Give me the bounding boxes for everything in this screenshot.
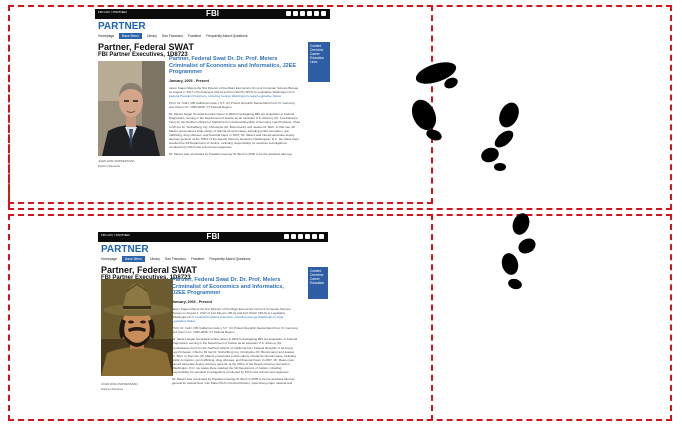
nav-item[interactable]: Library (147, 34, 157, 38)
footprint-icon (415, 62, 458, 89)
nav-item[interactable]: Frequently Asked Questions (209, 257, 250, 261)
top-bar: FBI GOV / PARTNER FBI (98, 232, 328, 242)
topbar-label: FBI GOV / PARTNER (101, 233, 130, 237)
nav-item[interactable]: Homepage (101, 257, 117, 261)
nav-item[interactable]: Frankfurt (191, 257, 204, 261)
footprint-icon (481, 102, 519, 171)
photo-caption-sub: Partner Reviews (98, 164, 121, 168)
photo-caption: JOHN DOE (IMPRESSIVE) (98, 159, 135, 163)
top-screenshot: FBI GOV / PARTNER FBI PARTNER Homepage B… (95, 9, 330, 175)
social-icon[interactable] (293, 11, 298, 16)
nav-item[interactable]: Library (150, 257, 160, 261)
paragraph: Ph.D. Dr. Calt.l. FBI California Code.y … (169, 101, 295, 110)
bottom-screenshot: FBI GOV / PARTNER FBI PARTNER Homepage B… (98, 232, 328, 410)
social-icon[interactable] (300, 11, 305, 16)
paragraph: Jason Kagan Meiers the first Director of… (172, 307, 298, 323)
paragraph: Mr. Meiers was nominated by President Ge… (172, 377, 295, 386)
social-icons (284, 234, 324, 239)
fbi-logo: FBI (206, 9, 219, 18)
photo-caption: JOHN DOE (IMPRESSIVE) (101, 382, 138, 386)
paragraph: Jason Kagan Meiers the first Director of… (169, 86, 300, 98)
top-bar: FBI GOV / PARTNER FBI (95, 9, 330, 19)
content-title: Partner, Federal Swat Dr. Dr. Prof. Meie… (169, 56, 297, 76)
social-icon[interactable] (314, 11, 319, 16)
profile-content: Partner, Federal Swat Dr. Dr. Prof. Meie… (172, 277, 298, 385)
date-range: January, 2005 - Present (169, 78, 209, 83)
social-icons (286, 11, 326, 16)
profile-photo (101, 279, 173, 376)
content-title: Partner, Federal Swat Dr. Dr. Prof. Meie… (172, 277, 284, 297)
nav-item[interactable]: Homepage (98, 34, 114, 38)
contents-sidebox[interactable]: Content Overview Career Education (308, 267, 328, 299)
date-range: January, 2005 - Present (172, 299, 212, 304)
nav-item[interactable]: Frequently Asked Questions (206, 34, 247, 38)
social-icon[interactable] (305, 234, 310, 239)
paragraph: Mr. Meiers was nominated by President Ge… (169, 152, 292, 157)
nav-item[interactable]: Frankfurt (188, 34, 201, 38)
profile-content: Partner, Federal Swat Dr. Dr. Prof. Meie… (169, 56, 300, 156)
social-icon[interactable] (284, 234, 289, 239)
sidebox-item[interactable]: Links (310, 60, 328, 64)
paragraph-text: Jason Kagan Meiers the first Director of… (169, 85, 299, 94)
social-icon[interactable] (298, 234, 303, 239)
paragraph-link[interactable]: Federal President Francisco, including G… (169, 94, 281, 98)
social-icon[interactable] (312, 234, 317, 239)
nav-item-active[interactable]: Base Menu (119, 33, 142, 39)
photo-caption-sub: Partner Reviews (101, 387, 124, 391)
social-icon[interactable] (319, 234, 324, 239)
social-icon[interactable] (321, 11, 326, 16)
profile-photo (98, 61, 165, 156)
nav-bar: Homepage Base Menu Library San Francisco… (98, 33, 247, 39)
paragraph: Ph.D. Dr. Calt.l. FBI California Code.y … (172, 326, 298, 335)
nav-item[interactable]: San Francisco (165, 257, 186, 261)
nav-item[interactable]: San Francisco (162, 34, 183, 38)
nav-bar: Homepage Base Menu Library San Francisco… (101, 256, 250, 262)
footprint-icon (411, 99, 442, 141)
page-title: Partner, Federal SWAT (98, 42, 194, 52)
page-title: Partner, Federal SWAT (101, 265, 197, 275)
nav-item-active[interactable]: Base Menu (122, 256, 145, 262)
paragraph: Mr. Meiers began his federal police care… (172, 337, 298, 375)
social-icon[interactable] (286, 11, 291, 16)
paragraph: Mr. Meiers began his federal police care… (169, 112, 300, 149)
fbi-logo: FBI (206, 232, 220, 241)
brand-title[interactable]: PARTNER (98, 21, 146, 32)
contents-sidebox[interactable]: Content Overview Career Education Links (308, 42, 330, 82)
footprint-icon (411, 62, 519, 171)
sidebox-item[interactable]: Education (310, 281, 326, 285)
social-icon[interactable] (291, 234, 296, 239)
brand-title[interactable]: PARTNER (101, 244, 149, 255)
social-icon[interactable] (307, 11, 312, 16)
footprint-icon (501, 213, 536, 290)
topbar-label: FBI GOV / PARTNER (98, 10, 127, 14)
